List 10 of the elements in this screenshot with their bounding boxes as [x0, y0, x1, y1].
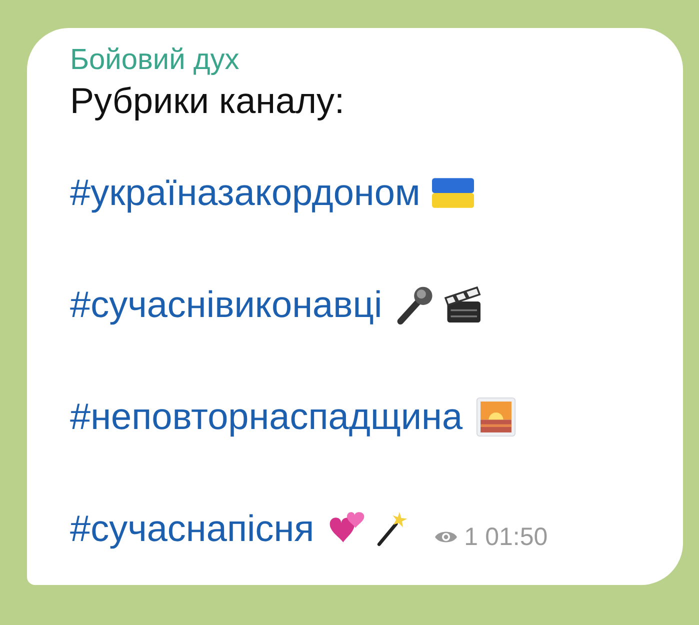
hashtag-link[interactable]: #неповторнаспадщина: [70, 396, 463, 438]
hashtag-link[interactable]: #сучаснівиконавці: [70, 284, 382, 326]
hashtag-link[interactable]: #україназакордоном: [70, 172, 420, 214]
view-count: 1: [464, 522, 478, 552]
message-time: 01:50: [485, 522, 548, 552]
views-icon: [434, 529, 458, 545]
hashtag-link[interactable]: #сучаснапісня: [70, 508, 314, 550]
sunrise-icon: [474, 397, 517, 437]
message-text: Рубрики каналу:: [70, 79, 346, 123]
sender-name: Бойовий дух: [70, 43, 240, 78]
